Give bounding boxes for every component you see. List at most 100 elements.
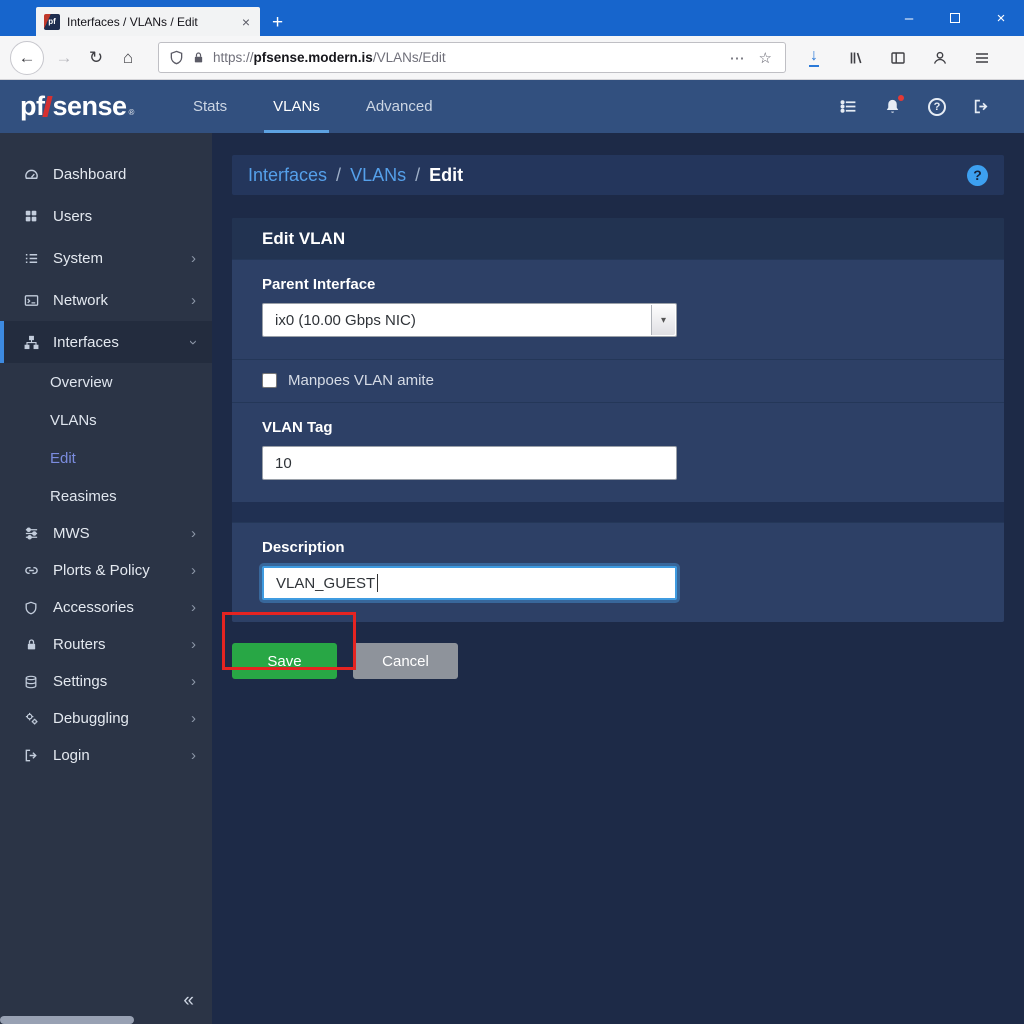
nav-item-stats[interactable]: Stats xyxy=(170,80,250,133)
pfsense-logo[interactable]: pf sense ® xyxy=(20,91,134,122)
close-window-button[interactable]: × xyxy=(978,0,1024,36)
sitemap-icon xyxy=(22,335,40,350)
maximize-button[interactable] xyxy=(932,0,978,36)
logo-pf: pf xyxy=(20,91,44,122)
page-help-icon[interactable]: ? xyxy=(967,165,988,186)
tab-title: Interfaces / VLANs / Edit xyxy=(67,15,233,29)
nav-item-advanced[interactable]: Advanced xyxy=(343,80,456,133)
tab-close-icon[interactable]: × xyxy=(240,15,252,29)
breadcrumb-link-interfaces[interactable]: Interfaces xyxy=(248,165,327,186)
sidebar-item-label: Plorts & Policy xyxy=(53,562,150,579)
notification-dot xyxy=(898,95,904,101)
new-tab-button[interactable]: + xyxy=(272,13,283,32)
vlan-tag-input[interactable]: 10 xyxy=(262,446,677,480)
horizontal-scrollbar-thumb[interactable] xyxy=(0,1016,134,1024)
sign-out-icon xyxy=(22,748,40,763)
sidebar-collapse-icon[interactable]: « xyxy=(183,990,194,1012)
save-button[interactable]: Save xyxy=(232,643,337,679)
logo-sense: sense xyxy=(52,91,126,122)
chevron-right-icon: › xyxy=(191,600,196,615)
sidebar-item-interfaces[interactable]: Interfaces › xyxy=(0,321,212,363)
vlan-checkbox[interactable] xyxy=(262,373,277,388)
sidebar-item-accessories[interactable]: Accessories › xyxy=(0,589,212,626)
app-header: pf sense ® Stats VLANs Advanced ? xyxy=(0,80,1024,133)
url-host: pfsense.modern.is xyxy=(254,50,373,65)
sidebar-item-mws[interactable]: MWS › xyxy=(0,515,212,552)
menu-hamburger-icon[interactable] xyxy=(966,42,998,74)
reload-button[interactable]: ↻ xyxy=(80,42,112,74)
parent-interface-select[interactable]: ix0 (10.00 Gbps NIC) ▾ xyxy=(262,303,677,337)
pfsense-favicon-icon: pf xyxy=(44,14,60,30)
sidebar-item-label: System xyxy=(53,250,103,267)
breadcrumb-link-vlans[interactable]: VLANs xyxy=(350,165,406,186)
chevron-right-icon: › xyxy=(191,251,196,266)
url-text: https://pfsense.modern.is/VLANs/Edit xyxy=(213,50,719,65)
sidebar-item-label: Accessories xyxy=(53,599,134,616)
sidebar-item-label: Debuggling xyxy=(53,710,129,727)
chevron-right-icon: › xyxy=(191,637,196,652)
page-actions-icon[interactable]: ⋯ xyxy=(727,49,748,67)
notifications-bell-icon[interactable] xyxy=(884,98,901,115)
sidebar-item-settings[interactable]: Settings › xyxy=(0,663,212,700)
sidebar-item-network[interactable]: Network › xyxy=(0,279,212,321)
forward-button[interactable]: → xyxy=(48,42,80,74)
nav-item-vlans[interactable]: VLANs xyxy=(250,80,343,133)
form-actions: Save Cancel xyxy=(232,643,1004,679)
app-nav: Stats VLANs Advanced xyxy=(170,80,456,133)
sidebar-subitem-reasimes[interactable]: Reasimes xyxy=(0,477,212,515)
browser-toolbar: ← → ↻ ⌂ https://pfsense.modern.is/VLANs/… xyxy=(0,36,1024,80)
help-question-mark: ? xyxy=(928,98,946,116)
sidebar-item-routers[interactable]: Routers › xyxy=(0,626,212,663)
sidebar-item-debuggling[interactable]: Debuggling › xyxy=(0,700,212,737)
shield-icon xyxy=(22,601,40,615)
chevron-down-icon: › xyxy=(186,340,201,345)
url-scheme: https:// xyxy=(213,50,254,65)
help-icon[interactable]: ? xyxy=(928,98,946,116)
logout-icon[interactable] xyxy=(973,98,990,115)
minimize-button[interactable]: – xyxy=(886,0,932,36)
sidebar-subitem-edit[interactable]: Edit xyxy=(0,439,212,477)
bookmark-star-icon[interactable]: ☆ xyxy=(756,49,775,67)
lock-icon xyxy=(192,51,205,64)
url-bar[interactable]: https://pfsense.modern.is/VLANs/Edit ⋯ ☆ xyxy=(158,42,786,73)
back-button[interactable]: ← xyxy=(10,41,44,75)
sidebar-item-login[interactable]: Login › xyxy=(0,737,212,774)
vlan-tag-row: VLAN Tag 10 xyxy=(232,402,1004,502)
select-dropdown-icon[interactable]: ▾ xyxy=(651,305,675,335)
gears-icon xyxy=(22,711,40,726)
breadcrumb-current-edit: Edit xyxy=(429,165,463,186)
users-grid-icon xyxy=(22,209,40,223)
url-path: /VLANs/Edit xyxy=(373,50,446,65)
maximize-icon xyxy=(950,13,960,23)
sidebar-item-label: Network xyxy=(53,292,108,309)
logo-registered-mark: ® xyxy=(129,108,134,117)
list-icon[interactable] xyxy=(840,98,857,115)
chevron-right-icon: › xyxy=(191,293,196,308)
sidebar-subitem-vlans[interactable]: VLANs xyxy=(0,401,212,439)
sidebar-item-label: Routers xyxy=(53,636,106,653)
home-button[interactable]: ⌂ xyxy=(112,42,144,74)
sidebar-subitem-overview[interactable]: Overview xyxy=(0,363,212,401)
library-button[interactable] xyxy=(840,42,872,74)
sidebar-item-dashboard[interactable]: Dashboard xyxy=(0,153,212,195)
sidebar-item-label: Login xyxy=(53,747,90,764)
tracking-shield-icon[interactable] xyxy=(169,50,184,65)
downloads-button[interactable]: ↓ xyxy=(798,42,830,74)
chevron-right-icon: › xyxy=(191,711,196,726)
account-button[interactable] xyxy=(924,42,956,74)
lock-icon xyxy=(22,638,40,651)
description-label: Description xyxy=(262,539,974,556)
sidebar-item-plorts-policy[interactable]: Plorts & Policy › xyxy=(0,552,212,589)
terminal-icon xyxy=(22,293,40,308)
sidebar-toggle-button[interactable] xyxy=(882,42,914,74)
vlan-tag-value: 10 xyxy=(275,455,292,472)
browser-tab[interactable]: pf Interfaces / VLANs / Edit × xyxy=(36,7,260,36)
description-input[interactable]: VLAN_GUEST xyxy=(262,566,677,600)
sliders-icon xyxy=(22,526,40,541)
header-icons: ? xyxy=(840,98,1004,116)
sidebar-item-system[interactable]: System › xyxy=(0,237,212,279)
cancel-button[interactable]: Cancel xyxy=(353,643,458,679)
breadcrumb-separator: / xyxy=(336,165,341,186)
panel-section-divider xyxy=(232,502,1004,522)
sidebar-item-users[interactable]: Users xyxy=(0,195,212,237)
